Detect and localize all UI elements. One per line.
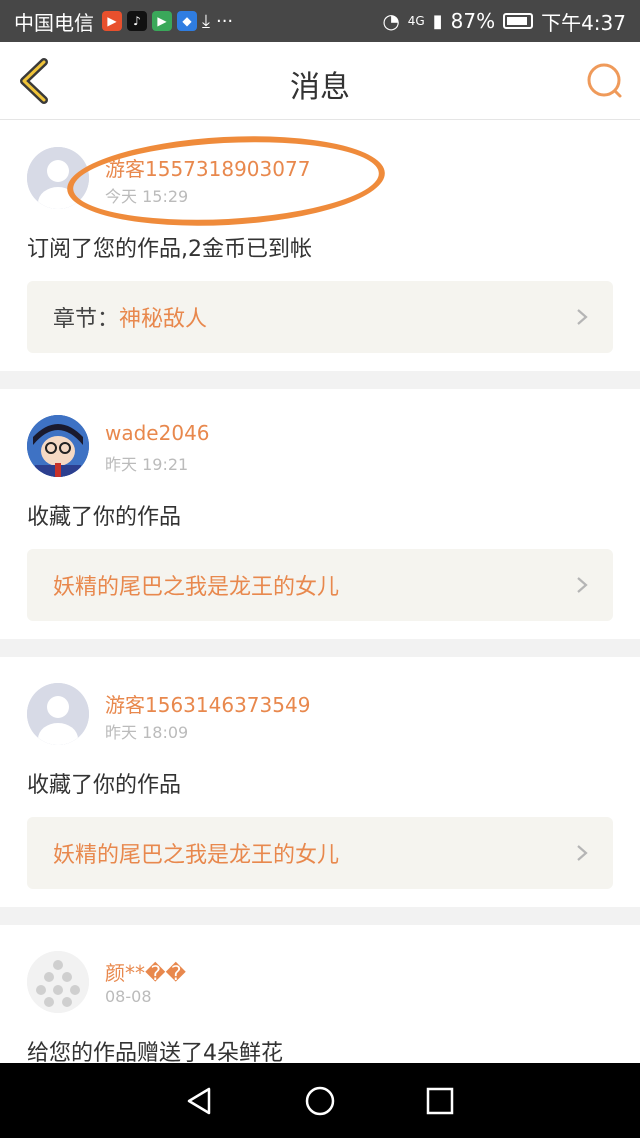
- message-time: 昨天 18:09: [105, 723, 189, 742]
- video-app-icon: ▶: [102, 11, 122, 31]
- work-title: 妖精的尾巴之我是龙王的女儿: [53, 843, 340, 868]
- store-app-icon: ▶: [152, 11, 172, 31]
- network-label: 4G: [407, 14, 425, 28]
- work-prefix: 章节：: [53, 307, 120, 332]
- chevron-right-icon: [577, 309, 588, 325]
- nav-recents-button[interactable]: [420, 1081, 460, 1121]
- nav-back-button[interactable]: [180, 1081, 220, 1121]
- page-title: 消息: [290, 70, 350, 105]
- avatar[interactable]: [27, 951, 89, 1013]
- download-icon: ⤓: [202, 10, 210, 32]
- carrier-label: 中国电信: [14, 10, 94, 35]
- shield-app-icon: ◆: [177, 11, 197, 31]
- message-text: 给您的作品赠送了4朵鲜花: [27, 1041, 283, 1063]
- message-time: 昨天 19:21: [105, 455, 189, 474]
- tiktok-app-icon: ♪: [127, 11, 147, 31]
- triangle-back-icon: [187, 1087, 211, 1114]
- wifi-calling-icon: ◔: [382, 9, 400, 33]
- message-text: 收藏了你的作品: [27, 505, 182, 530]
- battery-icon: [503, 13, 534, 29]
- chevron-right-icon: [577, 845, 588, 861]
- circle-home-icon: [305, 1086, 335, 1115]
- message-card: wade2046 昨天 19:21 收藏了你的作品 妖精的尾巴之我是龙王的女儿: [0, 389, 640, 639]
- message-card: 游客1557318903077 今天 15:29 订阅了您的作品,2金币已到帐 …: [0, 121, 640, 371]
- square-recents-icon: [426, 1087, 454, 1114]
- search-icon: [587, 63, 622, 98]
- system-nav-bar: [0, 1063, 640, 1138]
- avatar[interactable]: [27, 683, 89, 745]
- work-title: 妖精的尾巴之我是龙王的女儿: [53, 575, 340, 600]
- work-link[interactable]: 章节： 神秘敌人: [27, 281, 613, 353]
- username[interactable]: 游客1563146373549: [105, 689, 310, 718]
- signal-icon: ▮: [432, 10, 443, 32]
- pattern-avatar-icon: [27, 951, 89, 1013]
- status-bar: 中国电信 ▶ ♪ ▶ ◆ ⤓ ··· ◔ 4G ▮ 87% 下午4:37: [0, 0, 640, 42]
- battery-percent: 87%: [450, 9, 496, 33]
- message-time: 08-08: [105, 987, 152, 1006]
- app-header: 消息: [0, 42, 640, 120]
- more-notifications: ···: [215, 10, 234, 32]
- nav-home-button[interactable]: [300, 1081, 340, 1121]
- clock: 下午4:37: [541, 10, 626, 35]
- username[interactable]: 颜**��: [105, 957, 186, 986]
- message-text: 收藏了你的作品: [27, 773, 182, 798]
- message-text: 订阅了您的作品,2金币已到帐: [27, 237, 312, 262]
- message-list[interactable]: 游客1557318903077 今天 15:29 订阅了您的作品,2金币已到帐 …: [0, 121, 640, 1063]
- work-link[interactable]: 妖精的尾巴之我是龙王的女儿: [27, 549, 613, 621]
- work-title: 神秘敌人: [119, 307, 208, 332]
- message-card: 游客1563146373549 昨天 18:09 收藏了你的作品 妖精的尾巴之我…: [0, 657, 640, 907]
- username[interactable]: wade2046: [105, 421, 210, 445]
- anime-avatar-icon: [27, 415, 89, 477]
- search-button[interactable]: [586, 62, 624, 100]
- work-link[interactable]: 妖精的尾巴之我是龙王的女儿: [27, 817, 613, 889]
- message-card: 颜**�� 08-08 给您的作品赠送了4朵鲜花: [0, 925, 640, 1063]
- chevron-right-icon: [577, 577, 588, 593]
- default-avatar-icon: [27, 683, 89, 745]
- avatar[interactable]: [27, 415, 89, 477]
